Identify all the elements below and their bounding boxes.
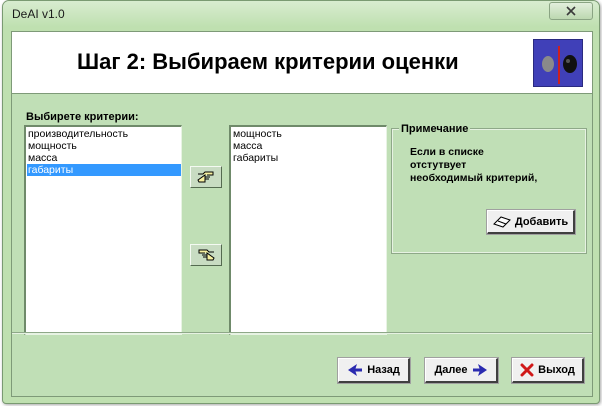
step-title: Шаг 2: Выбираем критерии оценки bbox=[77, 49, 459, 74]
eraser-icon bbox=[492, 215, 511, 228]
note-line: необходимый критерий, bbox=[410, 172, 538, 184]
list-item[interactable]: мощность bbox=[232, 128, 386, 140]
hand-pointing-right-icon bbox=[197, 171, 214, 183]
chosen-criteria-list[interactable]: мощность масса габариты bbox=[229, 125, 387, 335]
list-item[interactable]: мощность bbox=[27, 140, 181, 152]
note-text: Если в списке отстутвует необходимый кри… bbox=[410, 146, 560, 185]
arrow-left-icon bbox=[348, 364, 363, 376]
note-title: Примечание bbox=[399, 123, 471, 135]
list-item[interactable]: масса bbox=[27, 152, 181, 164]
app-window: DeAI v1.0 Шаг 2: Выбираем критерии оценк… bbox=[2, 0, 600, 404]
add-button[interactable]: Добавить bbox=[486, 209, 576, 235]
list-item[interactable]: масса bbox=[232, 140, 386, 152]
available-criteria-list[interactable]: производительность мощность масса габари… bbox=[24, 125, 182, 335]
scales-logo-icon bbox=[533, 39, 583, 87]
list-item-selected[interactable]: габариты bbox=[27, 164, 181, 176]
close-icon bbox=[566, 6, 576, 16]
note-line: Если в списке bbox=[410, 146, 484, 158]
exit-button[interactable]: Выход bbox=[511, 357, 585, 384]
close-button[interactable] bbox=[549, 2, 593, 20]
arrow-right-icon bbox=[472, 364, 487, 376]
back-button-label: Назад bbox=[367, 364, 400, 376]
criteria-label: Выбирете критерии: bbox=[26, 111, 139, 123]
remove-criterion-button[interactable] bbox=[190, 244, 222, 266]
title-bar: DeAI v1.0 bbox=[3, 1, 599, 27]
footer-divider bbox=[12, 332, 592, 334]
list-item[interactable]: габариты bbox=[232, 152, 386, 164]
note-line: отстутвует bbox=[410, 159, 467, 171]
next-button-label: Далее bbox=[434, 364, 468, 376]
red-x-icon bbox=[520, 363, 534, 377]
add-button-label: Добавить bbox=[514, 215, 569, 228]
hand-pointing-left-icon bbox=[198, 249, 215, 261]
window-title: DeAI v1.0 bbox=[12, 7, 65, 21]
wizard-body: Шаг 2: Выбираем критерии оценки Выбирете… bbox=[11, 31, 593, 397]
next-button[interactable]: Далее bbox=[424, 357, 499, 384]
step-header: Шаг 2: Выбираем критерии оценки bbox=[12, 32, 592, 94]
exit-button-label: Выход bbox=[538, 364, 575, 376]
add-criterion-button[interactable] bbox=[190, 166, 222, 188]
back-button[interactable]: Назад bbox=[337, 357, 411, 384]
list-item[interactable]: производительность bbox=[27, 128, 181, 140]
